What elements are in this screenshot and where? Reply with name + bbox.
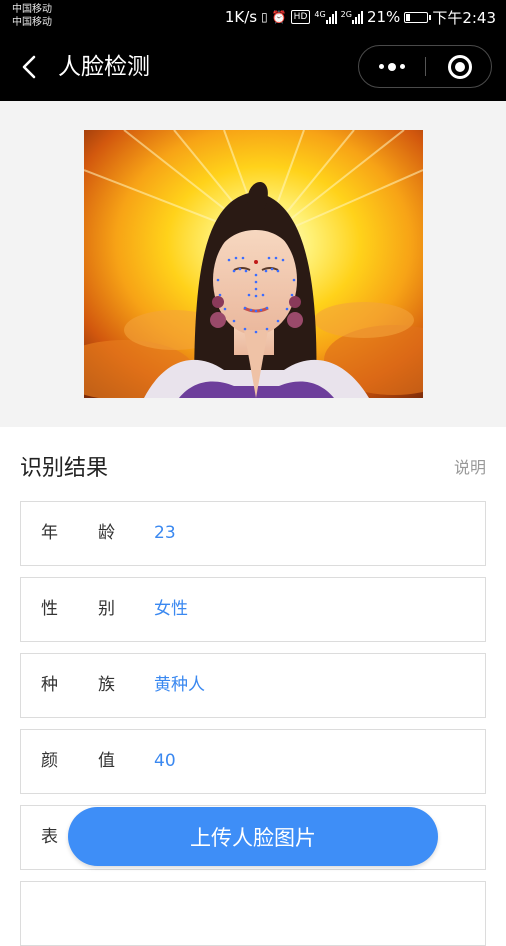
carrier-2: 中国移动 bbox=[12, 17, 52, 28]
status-indicators: 1K/s ▯ ⏰ HD 4G 2G 21% 下午2:43 bbox=[225, 6, 496, 28]
face-photo bbox=[84, 130, 423, 398]
result-row-race: 种 族 黄种人 bbox=[20, 653, 486, 718]
page-title: 人脸检测 bbox=[58, 54, 150, 80]
row-label: 性 别 bbox=[41, 578, 115, 641]
status-bar: 中国移动 中国移动 1K/s ▯ ⏰ HD 4G 2G 21% 下午2:43 bbox=[0, 0, 506, 34]
row-label-char: 种 bbox=[41, 675, 58, 695]
photo-area bbox=[0, 101, 506, 427]
signal-1-tag: 4G bbox=[314, 10, 326, 19]
vibrate-icon: ▯ bbox=[261, 10, 268, 24]
row-value: 黄种人 bbox=[154, 675, 205, 695]
row-label-char: 族 bbox=[98, 675, 115, 695]
capsule-divider bbox=[425, 57, 426, 76]
row-value: 女性 bbox=[154, 599, 188, 619]
carrier-1: 中国移动 bbox=[12, 4, 52, 15]
nav-bar: 人脸检测 bbox=[0, 34, 506, 101]
row-value: 40 bbox=[154, 751, 176, 771]
result-row-gender: 性 别 女性 bbox=[20, 577, 486, 642]
row-label-char: 别 bbox=[98, 599, 115, 619]
row-label-char: 龄 bbox=[98, 523, 115, 543]
result-title: 识别结果 bbox=[20, 456, 109, 481]
row-label: 颜 值 bbox=[41, 730, 115, 793]
result-header: 识别结果 说明 bbox=[0, 440, 506, 490]
row-label: 年 龄 bbox=[41, 502, 115, 565]
back-button[interactable] bbox=[18, 54, 44, 80]
signal-1-icon: 4G bbox=[314, 10, 337, 24]
close-miniprogram-button[interactable] bbox=[448, 55, 472, 79]
battery-percent: 21% bbox=[366, 8, 401, 26]
capsule-menu bbox=[358, 45, 492, 88]
alarm-icon: ⏰ bbox=[271, 10, 287, 24]
result-row-partial bbox=[20, 881, 486, 946]
result-row-beauty: 颜 值 40 bbox=[20, 729, 486, 794]
battery-level bbox=[406, 13, 411, 21]
signal-2-icon: 2G bbox=[341, 10, 363, 24]
row-label-char: 性 bbox=[41, 599, 58, 619]
row-label-char: 值 bbox=[98, 751, 115, 771]
net-speed: 1K/s bbox=[224, 8, 258, 26]
hd-icon: HD bbox=[290, 10, 311, 24]
row-label: 种 族 bbox=[41, 654, 115, 717]
upload-face-button[interactable]: 上传人脸图片 bbox=[68, 807, 438, 866]
result-row-age: 年 龄 23 bbox=[20, 501, 486, 566]
row-value: 23 bbox=[154, 523, 176, 543]
chevron-left-icon bbox=[22, 55, 36, 79]
clock: 下午2:43 bbox=[432, 8, 496, 27]
battery-icon bbox=[404, 11, 432, 23]
more-button[interactable] bbox=[359, 46, 425, 87]
row-label-char: 颜 bbox=[41, 751, 58, 771]
row-label-char: 年 bbox=[41, 523, 58, 543]
signal-2-tag: 2G bbox=[340, 10, 352, 19]
explain-link[interactable]: 说明 bbox=[454, 454, 486, 478]
row-label-char: 表 bbox=[41, 827, 58, 847]
carrier-labels: 中国移动 中国移动 bbox=[12, 3, 52, 29]
